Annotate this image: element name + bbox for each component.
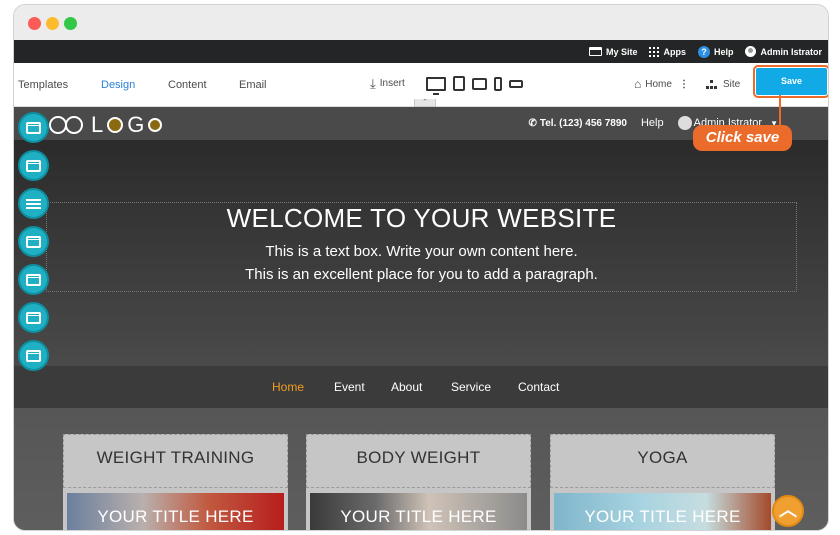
chevron-up-icon: ︿ [779, 500, 797, 520]
tool-header-block[interactable] [18, 112, 49, 143]
card-image: YOUR TITLE HERE [310, 493, 527, 530]
apps-grid-icon [649, 46, 660, 57]
device-preview-group [426, 76, 523, 95]
site-help-link[interactable]: Help [641, 117, 664, 129]
tablet-portrait-icon[interactable] [453, 76, 465, 91]
insert-icon: ⤓ [370, 76, 376, 91]
home-icon: ⌂ [634, 77, 642, 91]
nav-home[interactable]: Home [272, 380, 304, 394]
home-page-selector[interactable]: ⌂ Home ⋮ [634, 77, 689, 91]
home-label: Home [645, 79, 672, 90]
site-menu[interactable]: Site [706, 79, 740, 90]
help-label: Help [713, 46, 734, 57]
hero-title: WELCOME TO YOUR WEBSITE [226, 203, 617, 233]
content-section: WEIGHT TRAINING YOUR TITLE HERE BODY WEI… [14, 408, 828, 530]
gallery-icon [26, 349, 41, 362]
help-icon: ? [697, 45, 710, 58]
logo-letter-g: G [127, 112, 145, 137]
title-bar [14, 5, 828, 40]
editor-toolbar: Templates Design Content Email ⤓ Insert … [14, 63, 828, 107]
tool-footer-block[interactable] [18, 302, 49, 333]
feature-card[interactable]: WEIGHT TRAINING YOUR TITLE HERE [63, 434, 288, 530]
close-window-button[interactable] [28, 17, 41, 30]
window-block-icon [26, 121, 41, 134]
browser-window: My Site Apps ? Help Admin Istrator Templ… [13, 4, 829, 531]
card-title: YOGA [550, 434, 775, 488]
layout-block-icon [26, 273, 41, 286]
tablet-landscape-icon[interactable] [472, 77, 487, 90]
my-site-label: My Site [605, 46, 638, 57]
more-vertical-icon[interactable]: ⋮ [679, 79, 689, 90]
hero-section: WELCOME TO YOUR WEBSITE This is a text b… [14, 140, 828, 366]
tab-templates[interactable]: Templates [18, 79, 68, 91]
desktop-view-icon[interactable] [426, 76, 446, 95]
callout-connector [779, 95, 781, 125]
sitemap-icon [706, 79, 718, 90]
apps-label: Apps [663, 46, 686, 57]
menu-lines-icon [26, 198, 41, 210]
toolbar-collapse-handle[interactable]: ⌃ [414, 99, 436, 107]
logo-rings-icon [49, 114, 87, 136]
scroll-to-top-button[interactable]: ︿ [772, 495, 804, 527]
site-phone-label: Tel. (123) 456 7890 [539, 117, 627, 129]
window-block-icon [26, 311, 41, 324]
site-label: Site [723, 79, 741, 90]
phone-landscape-icon[interactable] [509, 79, 523, 88]
tab-design[interactable]: Design [101, 79, 135, 91]
tab-content[interactable]: Content [168, 79, 207, 91]
card-image: YOUR TITLE HERE [67, 493, 284, 530]
click-save-callout: Click save [693, 125, 792, 151]
save-button[interactable]: Save [753, 65, 828, 98]
hero-paragraph-line-1: This is a text box. Write your own conte… [265, 243, 578, 260]
card-image: YOUR TITLE HERE [554, 493, 771, 530]
logo-letter-l: L [91, 112, 104, 137]
tool-menu-block[interactable] [18, 188, 49, 219]
minimize-window-button[interactable] [46, 17, 59, 30]
help-link[interactable]: ? Help [697, 45, 734, 58]
insert-button[interactable]: ⤓ Insert [370, 77, 405, 90]
hero-text-box[interactable]: WELCOME TO YOUR WEBSITE This is a text b… [46, 202, 797, 292]
site-logo[interactable]: L G [49, 112, 163, 138]
feature-card[interactable]: YOGA YOUR TITLE HERE [550, 434, 775, 530]
phone-portrait-icon[interactable] [494, 76, 502, 91]
admin-user-menu[interactable]: Admin Istrator [745, 46, 822, 57]
nav-contact[interactable]: Contact [518, 380, 559, 394]
tool-image-block[interactable] [18, 226, 49, 257]
site-phone[interactable]: ✆ Tel. (123) 456 7890 [528, 118, 627, 129]
logo-circle-icon [107, 117, 124, 133]
tool-layout-block[interactable] [18, 264, 49, 295]
monitor-icon [588, 47, 602, 56]
insert-label: Insert [379, 78, 405, 89]
feature-card[interactable]: BODY WEIGHT YOUR TITLE HERE [306, 434, 531, 530]
user-avatar-icon [677, 116, 692, 130]
apps-link[interactable]: Apps [649, 46, 686, 57]
maximize-window-button[interactable] [64, 17, 77, 30]
tool-gallery-block[interactable] [18, 340, 49, 371]
my-site-link[interactable]: My Site [588, 46, 638, 57]
user-avatar-icon [745, 46, 757, 57]
card-title: BODY WEIGHT [306, 434, 531, 488]
nav-event[interactable]: Event [334, 380, 365, 394]
nav-about[interactable]: About [391, 380, 422, 394]
admin-user-label: Admin Istrator [760, 46, 822, 57]
image-block-icon [26, 235, 41, 248]
card-title: WEIGHT TRAINING [63, 434, 288, 488]
logo-circle-icon [148, 118, 163, 132]
website-canvas: L G ✆ Tel. (123) 456 7890 Help Admin Ist… [14, 107, 828, 530]
phone-icon: ✆ [528, 117, 537, 129]
window-block-icon [26, 159, 41, 172]
admin-bar: My Site Apps ? Help Admin Istrator [14, 40, 828, 63]
site-navigation: Home Event About Service Contact [14, 366, 828, 408]
tab-email[interactable]: Email [239, 79, 267, 91]
tool-section-block[interactable] [18, 150, 49, 181]
nav-service[interactable]: Service [451, 380, 491, 394]
hero-paragraph-line-2: This is an excellent place for you to ad… [245, 266, 598, 283]
